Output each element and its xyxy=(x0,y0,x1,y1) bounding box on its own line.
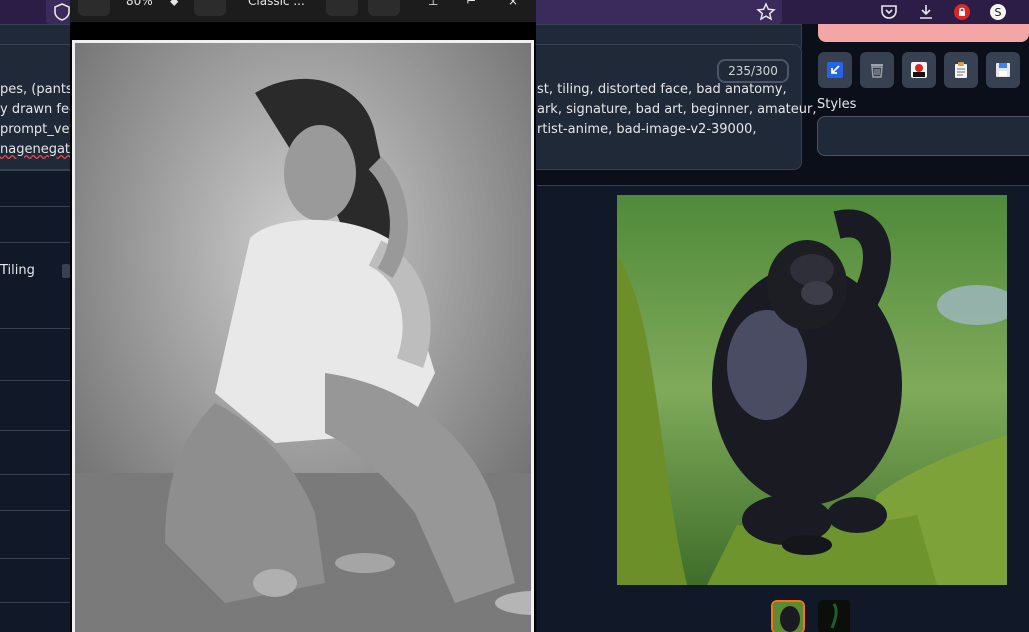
gallery-thumbnail-dark[interactable] xyxy=(818,600,852,632)
image-viewer-window: 80% ⬥ Classic ... ⊥ ⌐ × xyxy=(70,0,536,632)
gallery-thumbnail-gorilla[interactable] xyxy=(771,600,805,632)
lock-extension-icon[interactable] xyxy=(953,3,971,21)
tiling-checkbox[interactable] xyxy=(62,264,70,278)
styles-label: Styles xyxy=(817,97,857,112)
paste-button[interactable] xyxy=(818,52,852,88)
shield-icon[interactable] xyxy=(54,3,70,21)
save-style-button[interactable] xyxy=(986,52,1020,88)
viewer-fullscreen-button[interactable] xyxy=(326,0,358,16)
viewer-pin-icon[interactable]: ⊥ xyxy=(428,0,438,8)
settings-row xyxy=(0,510,70,558)
clear-prompt-button[interactable] xyxy=(860,52,894,88)
svg-text:S: S xyxy=(995,6,1002,19)
tiling-label: Tiling xyxy=(0,263,35,278)
extra-networks-icon xyxy=(911,62,927,78)
settings-row xyxy=(0,328,70,380)
paste-arrow-icon xyxy=(827,62,843,78)
gorilla-thumbnail xyxy=(773,602,803,632)
generate-button[interactable] xyxy=(818,24,1029,42)
viewer-mode[interactable]: Classic ... xyxy=(248,0,305,8)
viewer-toolbar: 80% ⬥ Classic ... ⊥ ⌐ × xyxy=(70,0,536,22)
extra-networks-button[interactable] xyxy=(902,52,936,88)
settings-row xyxy=(0,170,70,210)
generated-image[interactable] xyxy=(617,195,1007,585)
pocket-icon[interactable] xyxy=(880,3,898,21)
token-counter: 235/300 xyxy=(717,59,789,83)
zoom-stepper-icon[interactable]: ⬥ xyxy=(170,0,178,9)
settings-row xyxy=(0,242,70,328)
settings-row xyxy=(0,380,70,430)
styles-dropdown[interactable] xyxy=(817,116,1029,156)
save-icon xyxy=(996,63,1010,77)
settings-row xyxy=(0,206,70,242)
viewer-fit-button[interactable] xyxy=(194,0,226,16)
clipboard-icon xyxy=(955,62,967,78)
negative-prompt-line: ark, signature, bad art, beginner, amate… xyxy=(537,102,817,117)
viewer-close-icon[interactable]: × xyxy=(508,0,518,8)
profile-extension-icon[interactable]: S xyxy=(989,3,1007,21)
dark-figure-thumbnail xyxy=(818,600,850,632)
settings-row xyxy=(0,558,70,602)
download-icon[interactable] xyxy=(917,3,935,21)
screen: S pes, (pants:1 y drawn feet prompt_vers… xyxy=(0,0,1029,632)
viewer-zoom[interactable]: 80% xyxy=(126,0,153,8)
viewer-photo[interactable] xyxy=(72,40,534,632)
viewer-menu-button[interactable] xyxy=(78,0,110,16)
viewer-more-button[interactable] xyxy=(368,0,400,16)
trash-icon xyxy=(871,64,883,78)
settings-row xyxy=(0,602,70,632)
viewer-rotate-icon[interactable]: ⌐ xyxy=(466,0,476,8)
settings-row xyxy=(0,474,70,510)
negative-prompt-line: rtist-anime, bad-image-v2-39000, xyxy=(537,122,757,137)
negative-prompt-line: st, tiling, distorted face, bad anatomy, xyxy=(537,82,787,97)
portrait-photo-icon xyxy=(75,43,531,632)
apply-styles-button[interactable] xyxy=(944,52,978,88)
bookmark-star-icon[interactable] xyxy=(756,2,776,22)
settings-row xyxy=(0,430,70,474)
